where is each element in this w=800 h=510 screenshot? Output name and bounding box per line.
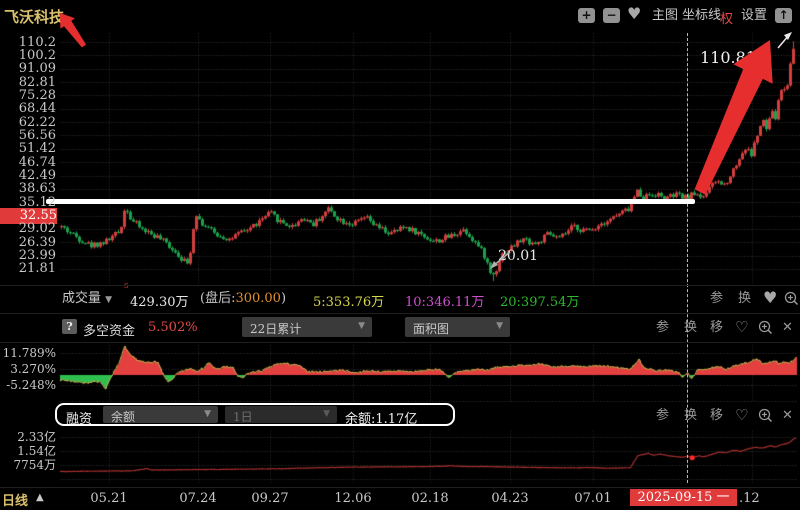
rongzi-switch-button[interactable]: 换 (684, 408, 697, 424)
duokong-favorite-icon[interactable]: ♡ (735, 319, 748, 335)
duokong-move-button[interactable]: 移 (710, 320, 723, 336)
chevron-down-icon: ▼ (105, 295, 112, 305)
duokong-close-icon[interactable]: ✕ (782, 320, 793, 336)
volume-title[interactable]: 成交量 ▼ (62, 291, 112, 308)
low-price-label: 20.01 (498, 248, 538, 264)
rongzi-move-button[interactable]: 移 (710, 408, 723, 424)
crosshair-date-tag: 2025-09-15 一 (630, 489, 737, 506)
event-marker-s: s (124, 281, 129, 291)
rongzi-axis-label: 1.54亿 (0, 444, 56, 458)
partial-date-label: .12 (739, 491, 760, 506)
zoom-in-button[interactable]: + (578, 8, 595, 23)
coordinate-line-menu[interactable]: 坐标线 (682, 8, 721, 24)
volume-switch-button[interactable]: 换 (738, 291, 751, 307)
duokong-title: 多空资金 (83, 320, 135, 339)
rongzi-magnify-icon[interactable] (758, 408, 773, 423)
panel-separator (0, 285, 800, 286)
rongzi-period-dropdown[interactable]: 1日▼ (225, 406, 337, 423)
rongzi-title: 融资 (66, 408, 92, 427)
duokong-period-dropdown[interactable]: 22日累计▼ (242, 317, 372, 337)
panel-separator (0, 342, 800, 343)
peak-price-label: 110.81 (700, 48, 756, 67)
duokong-style-dropdown[interactable]: 面积图▼ (405, 317, 510, 337)
volume-favorite-icon[interactable]: ♥ (763, 290, 777, 306)
period-up-triangle-icon[interactable]: ▲ (36, 492, 44, 503)
date-axis-label: 09.27 (242, 491, 298, 506)
date-axis-label: 04.23 (482, 491, 538, 506)
rongzi-balance: 余额:1.17亿 (345, 408, 417, 427)
date-axis-label: 05.21 (81, 491, 137, 506)
main-chart-menu[interactable]: 主图 (652, 8, 678, 24)
volume-value: 429.30万 (130, 291, 189, 310)
chevron-down-icon: ▼ (496, 321, 503, 331)
volume-ma10: 10:346.11万 (405, 291, 484, 310)
chevron-down-icon: ▼ (204, 409, 211, 419)
date-axis-label: 02.18 (402, 491, 458, 506)
help-icon[interactable]: ? (62, 319, 77, 334)
settings-menu[interactable]: 设置 (741, 8, 767, 24)
rights-adjust-menu[interactable]: 权 (720, 8, 733, 27)
volume-magnify-icon[interactable] (784, 291, 799, 306)
duokong-magnify-icon[interactable] (758, 320, 773, 335)
horizontal-trendline-annotation[interactable] (46, 199, 695, 204)
volume-ma5: 5:353.76万 (313, 291, 384, 310)
rongzi-axis-label: 7754万 (0, 458, 56, 472)
rongzi-favorite-icon[interactable]: ♡ (735, 407, 748, 423)
after-hours-volume: (盘后:300.00) (200, 291, 286, 307)
panel-separator (0, 313, 800, 314)
date-axis-label: 07.24 (170, 491, 226, 506)
period-selector[interactable]: 日线 (2, 490, 28, 509)
chevron-down-icon: ▼ (323, 409, 330, 419)
volume-param-button[interactable]: 参 (710, 291, 723, 307)
rongzi-param-button[interactable]: 参 (656, 408, 669, 424)
rongzi-close-icon[interactable]: ✕ (782, 408, 793, 424)
duokong-value: 5.502% (148, 320, 198, 335)
duokong-axis-label: 3.270% (0, 362, 56, 376)
share-icon[interactable]: ↑ (775, 8, 792, 23)
duokong-param-button[interactable]: 参 (656, 320, 669, 336)
duokong-axis-label: 11.789% (0, 346, 56, 360)
chevron-down-icon: ▼ (358, 321, 365, 331)
zoom-out-button[interactable]: − (603, 8, 620, 23)
date-axis-label: 07.01 (565, 491, 621, 506)
volume-ma20: 20:397.54万 (500, 291, 579, 310)
stock-chart-app: 飞沃科技 + − ♥ 主图 坐标线 权 设置 ↑ 110.2100.291.09… (0, 0, 800, 510)
rongzi-axis-label: 2.33亿 (0, 430, 56, 444)
favorite-heart-icon[interactable]: ♥ (627, 6, 641, 22)
stock-name: 飞沃科技 (4, 6, 64, 27)
price-axis-label: 21.81 (0, 261, 56, 276)
rongzi-header-box: 融资 余额▼ 1日▼ 余额:1.17亿 (55, 403, 455, 426)
duokong-axis-label: -5.248% (0, 378, 56, 392)
chart-canvas[interactable] (0, 0, 800, 510)
panel-separator (0, 487, 800, 488)
date-axis-label: 12.06 (325, 491, 381, 506)
duokong-switch-button[interactable]: 换 (684, 320, 697, 336)
rongzi-type-dropdown[interactable]: 余额▼ (103, 406, 218, 423)
